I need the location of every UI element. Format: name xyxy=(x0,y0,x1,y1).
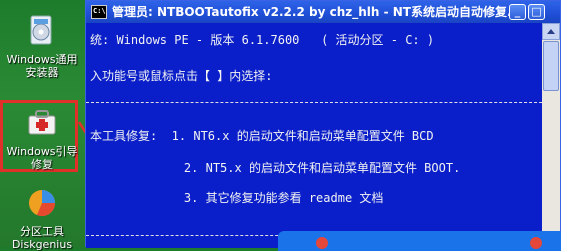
window-title: 管理员: NTBOOTautofix v2.2.2 by chz_hlh - N… xyxy=(112,5,521,19)
desktop-icon-label: Windows通用 安装器 xyxy=(6,53,78,79)
console-app-icon: C:\ xyxy=(91,5,107,19)
desktop-icon-label: 分区工具 Diskgenius xyxy=(11,225,73,251)
diskgenius-icon xyxy=(29,190,55,216)
red-dot-icon xyxy=(316,237,328,249)
installer-icon xyxy=(30,15,52,45)
system-info-line: 统: Windows PE - 版本 6.1.7600 ( 活动分区 - C: … xyxy=(90,33,435,47)
prompt-line: 入功能号或鼠标点击【 】内选择: xyxy=(90,69,273,83)
scroll-up-button[interactable] xyxy=(542,23,560,40)
menu-option-3[interactable]: 3. 其它修复功能参看 readme 文档 xyxy=(90,189,384,206)
desktop-icon-boot-repair[interactable]: Windows引导 修复 xyxy=(2,106,82,171)
desktop-icon-label: Windows引导 修复 xyxy=(6,145,78,171)
window-titlebar[interactable]: C:\ 管理员: NTBOOTautofix v2.2.2 by chz_hlh… xyxy=(86,1,560,23)
maximize-button[interactable]: □ xyxy=(528,4,545,20)
scrollbar-thumb[interactable] xyxy=(543,41,559,91)
chevron-up-icon xyxy=(547,29,555,34)
console-window: C:\ 管理员: NTBOOTautofix v2.2.2 by chz_hlh… xyxy=(85,0,561,248)
desktop-icon-windows-installer[interactable]: Windows通用 安装器 xyxy=(2,14,82,79)
menu-option-1[interactable]: 本工具修复: 1. NT6.x 的启动文件和启动菜单配置文件 BCD xyxy=(90,127,434,144)
overlay-dialog-edge xyxy=(278,231,561,251)
red-dot-icon xyxy=(530,237,542,249)
divider xyxy=(86,102,542,103)
desktop-icon-diskgenius[interactable]: 分区工具 Diskgenius xyxy=(2,186,82,251)
vertical-scrollbar[interactable] xyxy=(542,23,560,248)
menu-option-2[interactable]: 2. NT5.x 的启动文件和启动菜单配置文件 BOOT. xyxy=(90,159,460,176)
minimize-button[interactable]: _ xyxy=(509,4,526,20)
console-output: 统: Windows PE - 版本 6.1.7600 ( 活动分区 - C: … xyxy=(86,23,542,248)
boot-repair-icon xyxy=(28,110,56,135)
